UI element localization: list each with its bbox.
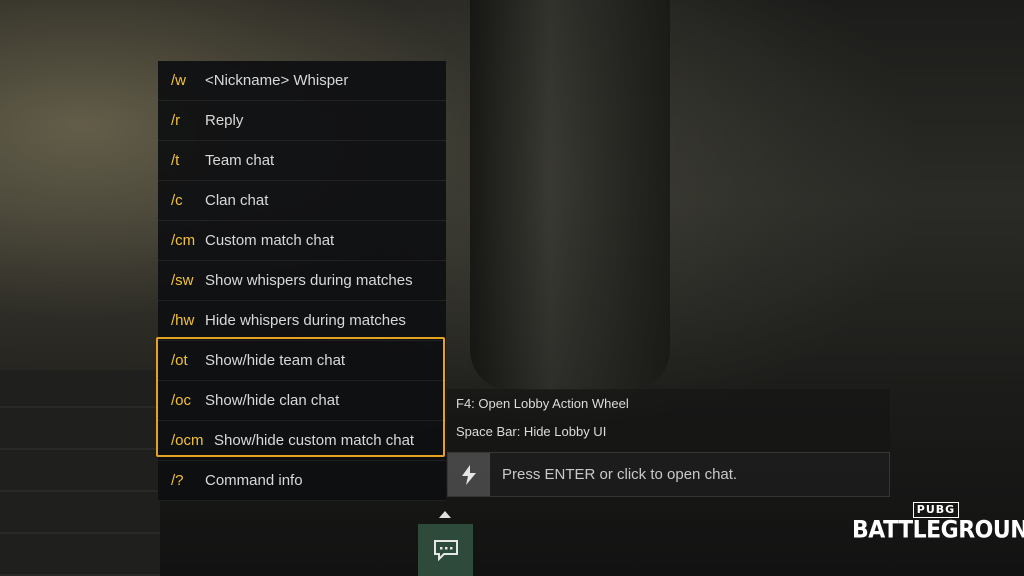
command-description: Show/hide clan chat <box>205 392 340 409</box>
command-row-hide-whispers[interactable]: /hw Hide whispers during matches <box>158 301 446 341</box>
hint-hide-lobby-ui: Space Bar: Hide Lobby UI <box>456 424 607 439</box>
command-row-command-info[interactable]: /? Command info <box>158 461 446 501</box>
chat-input-placeholder: Press ENTER or click to open chat. <box>502 466 738 483</box>
command-code: /oc <box>171 392 192 409</box>
command-row-whisper[interactable]: /w <Nickname> Whisper <box>158 61 446 101</box>
command-description: Show/hide team chat <box>205 352 346 369</box>
command-description: Show/hide custom match chat <box>214 432 415 449</box>
command-row-reply[interactable]: /r Reply <box>158 101 446 141</box>
logo-battlegrounds-text: BATTLEGROUNDS <box>852 516 1024 545</box>
command-row-toggle-custom-match-chat[interactable]: /ocm Show/hide custom match chat <box>158 421 446 461</box>
command-code: /ocm <box>171 432 204 449</box>
chat-toggle-button[interactable] <box>418 524 473 576</box>
command-row-toggle-clan-chat[interactable]: /oc Show/hide clan chat <box>158 381 446 421</box>
command-row-toggle-team-chat[interactable]: /ot Show/hide team chat <box>158 341 446 381</box>
command-code: /w <box>171 72 186 89</box>
background-pillar <box>470 0 670 390</box>
lightning-bolt-icon <box>448 453 490 496</box>
command-row-custom-match-chat[interactable]: /cm Custom match chat <box>158 221 446 261</box>
command-row-clan-chat[interactable]: /c Clan chat <box>158 181 446 221</box>
command-code: /hw <box>171 312 195 329</box>
command-code: /t <box>171 152 180 169</box>
command-description: Command info <box>205 472 303 489</box>
triangle-up-icon[interactable] <box>439 511 451 518</box>
command-code: /ot <box>171 352 188 369</box>
command-description: Show whispers during matches <box>205 272 413 289</box>
chat-command-list: /w <Nickname> Whisper /r Reply /t Team c… <box>158 61 446 501</box>
chat-bubble-icon <box>433 540 458 561</box>
command-description: Reply <box>205 112 244 129</box>
command-code: /r <box>171 112 181 129</box>
hint-lobby-action-wheel: F4: Open Lobby Action Wheel <box>456 396 629 411</box>
background-floor <box>0 370 160 576</box>
command-row-team-chat[interactable]: /t Team chat <box>158 141 446 181</box>
logo-pubg-text: PUBG <box>912 502 960 518</box>
command-description: <Nickname> Whisper <box>205 72 349 89</box>
chat-input-bar[interactable]: Press ENTER or click to open chat. <box>447 452 890 497</box>
lobby-hints: F4: Open Lobby Action Wheel Space Bar: H… <box>447 389 890 451</box>
command-description: Hide whispers during matches <box>205 312 406 329</box>
command-code: /c <box>171 192 183 209</box>
command-code: /cm <box>171 232 196 249</box>
command-description: Custom match chat <box>205 232 335 249</box>
command-row-show-whispers[interactable]: /sw Show whispers during matches <box>158 261 446 301</box>
command-code: /? <box>171 472 184 489</box>
command-description: Team chat <box>205 152 275 169</box>
command-code: /sw <box>171 272 194 289</box>
pubg-battlegrounds-logo: PUBG BATTLEGROUNDS <box>852 500 1024 555</box>
command-description: Clan chat <box>205 192 269 209</box>
